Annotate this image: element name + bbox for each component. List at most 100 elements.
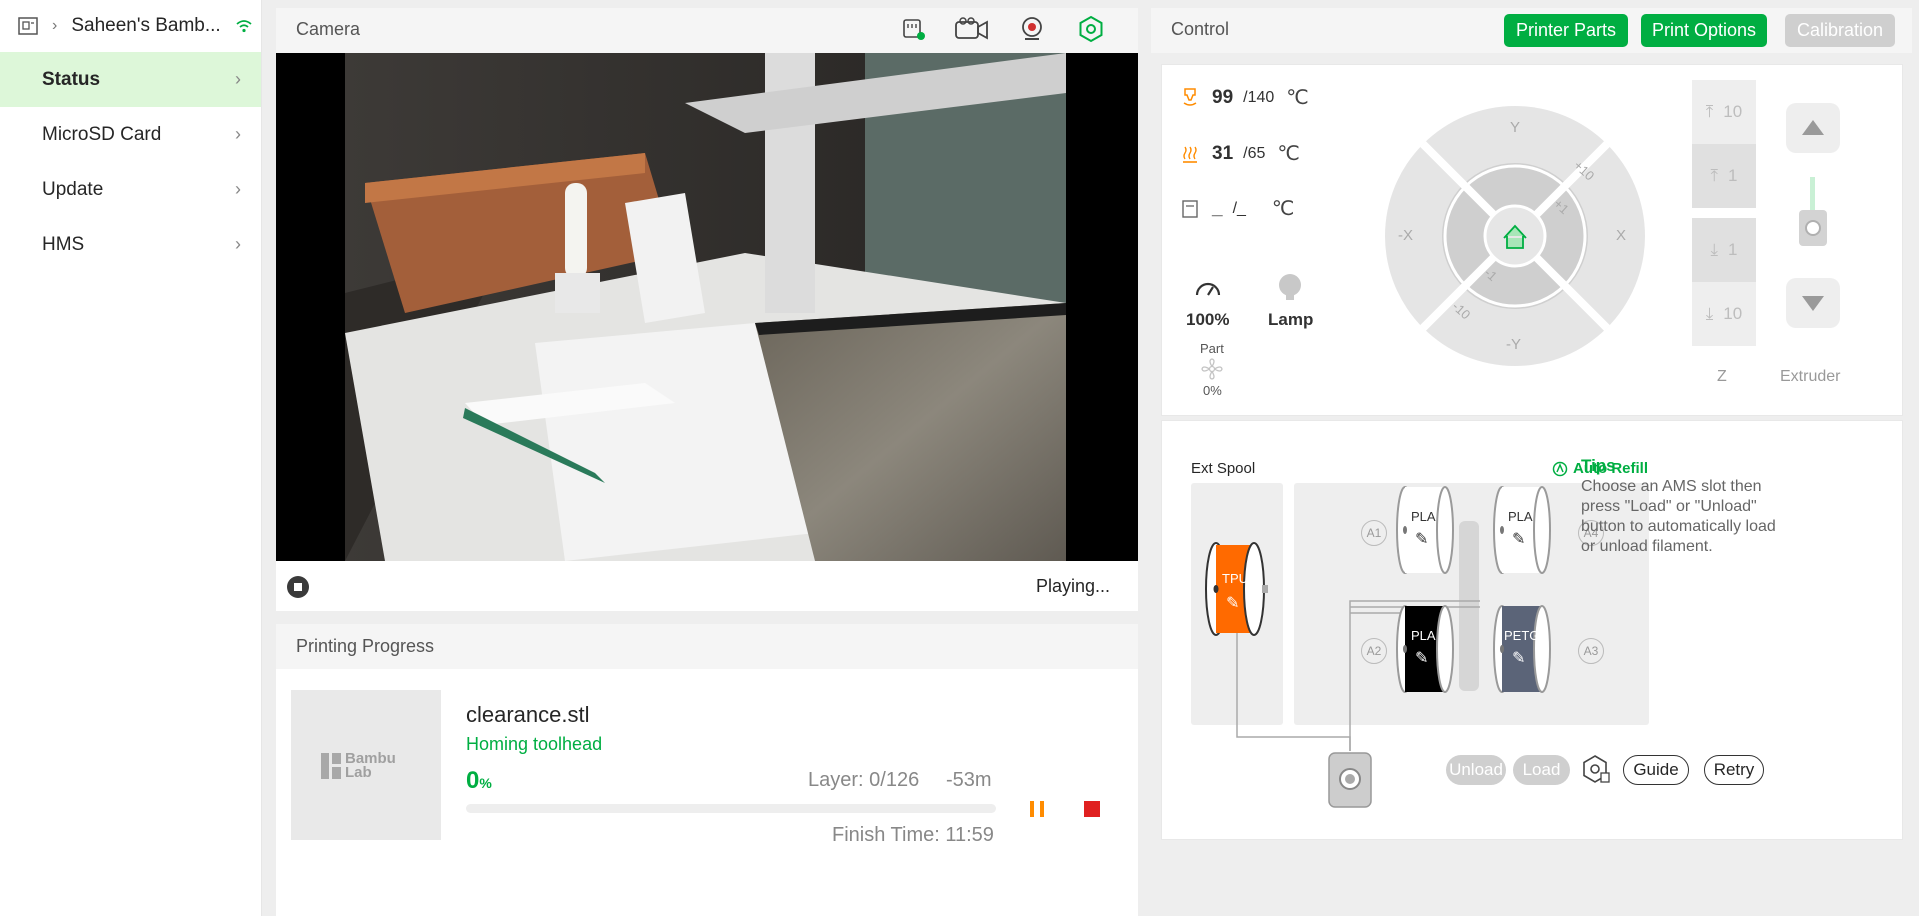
calibration-button[interactable]: Calibration <box>1785 14 1895 47</box>
xy-jog-pad[interactable]: Y -Y X -X +10 +1 -1 -10 <box>1384 105 1646 367</box>
camera-panel: Camera Playing... <box>276 8 1138 611</box>
ams-box: Ext Spool Auto Refill TPU ✎ PLA ✎ PLA ✎ … <box>1161 420 1903 840</box>
chamber-current-temp: _ <box>1212 197 1223 219</box>
webcam-icon[interactable] <box>1019 16 1045 42</box>
z-down-10-button[interactable]: ⤓ 10 <box>1692 282 1756 346</box>
spool-graphic <box>1493 486 1551 574</box>
spool-graphic <box>1396 605 1454 693</box>
bambu-logo-icon <box>321 753 341 779</box>
z-up-1-button[interactable]: ⤒ 1 <box>1692 144 1756 208</box>
printer-parts-button[interactable]: Printer Parts <box>1504 14 1628 47</box>
device-name[interactable]: Saheen's Bamb... <box>71 15 220 37</box>
jog-y-minus[interactable]: -Y <box>1506 336 1521 353</box>
bambu-lab-logo: Bambu Lab <box>321 751 396 780</box>
speed-gauge-icon[interactable] <box>1194 277 1222 299</box>
z-axis-label: Z <box>1717 368 1727 385</box>
arrow-up-icon: ⤒ <box>1705 102 1714 121</box>
video-camera-icon[interactable] <box>954 16 990 42</box>
printing-progress-panel: Printing Progress Bambu Lab clearance.st… <box>276 624 1138 916</box>
chamber-target-temp: /_ <box>1232 199 1246 217</box>
chamber-temperature: _ /_ ℃ <box>1182 196 1294 221</box>
part-fan-label: Part <box>1200 341 1224 356</box>
nozzle-current-temp: 99 <box>1212 86 1234 108</box>
jog-x-plus[interactable]: X <box>1616 227 1626 244</box>
chevron-right-icon: › <box>235 179 241 199</box>
z-down-1-button[interactable]: ⤓ 1 <box>1692 218 1756 282</box>
unload-button[interactable]: Unload <box>1446 755 1506 785</box>
slot-material: PLA <box>1411 628 1436 643</box>
edit-icon[interactable]: ✎ <box>1415 529 1428 549</box>
spool-graphic <box>1493 605 1551 693</box>
sidebar-item-microsd-card[interactable]: MicroSD Card › <box>0 107 261 162</box>
chevron-right-icon: › <box>235 69 241 89</box>
sidebar-item-status[interactable]: Status › <box>0 52 261 107</box>
settings-hex-icon[interactable] <box>1077 15 1105 43</box>
jog-y-plus[interactable]: Y <box>1510 119 1520 136</box>
sd-card-icon[interactable] <box>901 16 927 42</box>
slot-material: PETG <box>1504 628 1540 643</box>
control-panel: Control Printer Parts Print Options Cali… <box>1151 8 1912 845</box>
print-stage: Homing toolhead <box>466 734 603 754</box>
ext-spool-material: TPU <box>1222 571 1248 586</box>
arrow-down-icon: ⤓ <box>1710 240 1719 259</box>
camera-video-feed[interactable] <box>276 53 1138 561</box>
fan-icon[interactable] <box>1200 358 1224 380</box>
chevron-right-icon: › <box>235 234 241 254</box>
ams-slot-a1[interactable]: PLA ✎ <box>1395 485 1463 575</box>
z-up-10-button[interactable]: ⤒ 10 <box>1692 80 1756 144</box>
load-button[interactable]: Load <box>1513 755 1570 785</box>
arrow-up-icon: ⤒ <box>1710 166 1719 185</box>
nozzle-temperature[interactable]: 99 /140 ℃ <box>1182 85 1309 110</box>
camera-header <box>276 8 1138 53</box>
lamp-icon[interactable] <box>1277 273 1303 303</box>
lamp-label: Lamp <box>1268 310 1314 329</box>
extruder-down-icon[interactable] <box>1785 277 1841 329</box>
edit-icon[interactable]: ✎ <box>1226 593 1239 613</box>
extruder-up-icon[interactable] <box>1785 102 1841 154</box>
chevron-right-icon: › <box>235 124 241 144</box>
speed-value: 100% <box>1186 310 1230 329</box>
toolhead-icon <box>1328 752 1372 808</box>
sidebar-item-update[interactable]: Update › <box>0 162 261 217</box>
camera-controls-bar: Playing... <box>276 561 1138 611</box>
sidebar-item-label: MicroSD Card <box>42 123 162 145</box>
arrow-down-icon: ⤓ <box>1705 304 1714 323</box>
bed-temperature[interactable]: 31 /65 ℃ <box>1182 141 1300 166</box>
edit-icon[interactable]: ✎ <box>1415 648 1428 668</box>
retry-button[interactable]: Retry <box>1704 755 1764 785</box>
ams-slot-a2[interactable]: PLA ✎ <box>1395 604 1463 694</box>
printer-device-icon[interactable] <box>18 17 38 35</box>
extruder-head-icon <box>1799 210 1827 246</box>
sidebar-item-label: Status <box>42 68 101 90</box>
spool-graphic <box>1396 486 1454 574</box>
ams-slot-a4[interactable]: PLA ✎ <box>1492 485 1560 575</box>
stop-stream-icon[interactable] <box>286 575 310 599</box>
edit-icon[interactable]: ✎ <box>1512 529 1525 549</box>
ams-settings-icon[interactable] <box>1579 753 1611 785</box>
sidebar-item-label: HMS <box>42 233 85 255</box>
slot-material: PLA <box>1508 509 1533 524</box>
ext-spool-tpu[interactable]: TPU ✎ <box>1204 541 1270 637</box>
chamber-icon <box>1182 199 1198 218</box>
nozzle-target-temp: /140 <box>1243 88 1275 106</box>
edit-icon[interactable]: ✎ <box>1512 648 1525 668</box>
wifi-icon <box>236 20 252 33</box>
guide-button[interactable]: Guide <box>1623 755 1689 785</box>
ams-slot-a3[interactable]: PETG ✎ <box>1492 604 1560 694</box>
sidebar-item-hms[interactable]: HMS › <box>0 217 261 272</box>
print-percent: 0% <box>466 767 492 794</box>
slot-id-a2: A2 <box>1361 638 1387 664</box>
nozzle-icon <box>1183 87 1197 106</box>
extruder-label: Extruder <box>1780 368 1841 385</box>
part-fan-value: 0% <box>1203 383 1222 398</box>
chamber-temp-unit: ℃ <box>1271 198 1295 220</box>
jog-x-minus[interactable]: -X <box>1398 227 1413 244</box>
progress-title: Printing Progress <box>296 636 435 656</box>
stop-print-icon[interactable] <box>1082 799 1102 819</box>
bed-target-temp: /65 <box>1243 144 1266 162</box>
stream-status-text: Playing... <box>1036 576 1111 596</box>
control-title: Control <box>1171 19 1230 39</box>
pause-icon[interactable] <box>1026 798 1048 820</box>
nozzle-temp-unit: ℃ <box>1286 87 1309 109</box>
print-options-button[interactable]: Print Options <box>1641 14 1767 47</box>
